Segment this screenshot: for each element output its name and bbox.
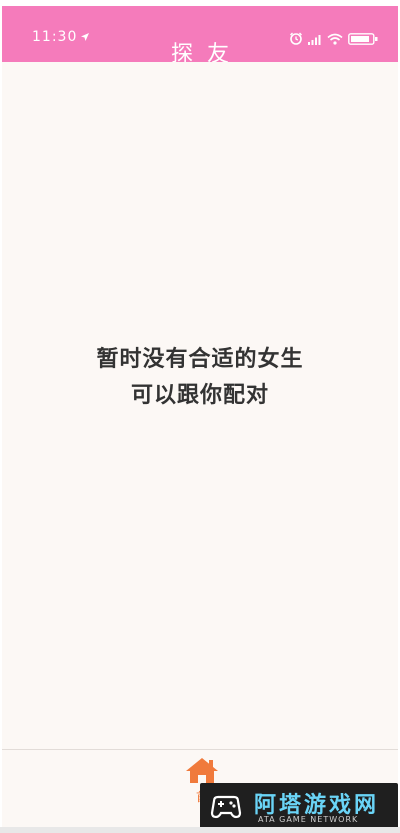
empty-state-message: 暂时没有合适的女生 可以跟你配对	[2, 342, 398, 414]
phone-screen: 11:30 探友 暂时没有合适的女生 可以跟你配对 阿塔游戏网 ATA GAME…	[0, 0, 400, 833]
gamepad-logo-icon	[210, 795, 242, 819]
signal-icon	[308, 30, 322, 49]
main-content: 暂时没有合适的女生 可以跟你配对	[2, 62, 398, 749]
empty-state-line-2: 可以跟你配对	[130, 383, 269, 408]
wifi-icon	[327, 30, 343, 49]
watermark-subtitle: ATA GAME NETWORK	[258, 815, 359, 824]
battery-icon	[348, 30, 378, 49]
status-icons	[289, 30, 378, 49]
watermark-banner: 阿塔游戏网 ATA GAME NETWORK	[200, 783, 398, 831]
home-icon	[186, 758, 218, 783]
screen-bottom-edge	[0, 827, 400, 833]
empty-state-line-1: 暂时没有合适的女生	[96, 347, 304, 372]
alarm-icon	[289, 30, 303, 49]
app-header: 11:30 探友	[2, 6, 398, 67]
